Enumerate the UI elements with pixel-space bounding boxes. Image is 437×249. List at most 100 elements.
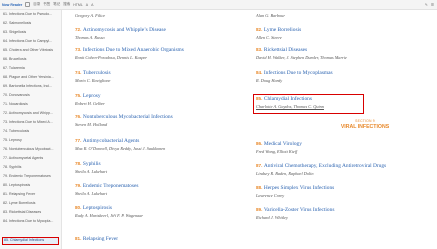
sidebar-item-68[interactable]: 68. Plague and Other Yersinia... [3, 74, 60, 81]
sidebar-item-67[interactable]: 67. Tularemia [3, 65, 60, 72]
entry-author: Gregory A. Filice [75, 13, 106, 18]
entry-number: 76. [75, 114, 82, 119]
sidebar-item-81[interactable]: 81. Relapsing Fever [3, 191, 60, 198]
entry-title[interactable]: Antiviral Chemotherapy, Excluding Antire… [264, 163, 386, 169]
toc-entry-82[interactable]: 82. Lyme Borreliosis Allen C. Steere [256, 27, 301, 40]
toolbar-item-bookmarks[interactable]: 书签 [43, 2, 50, 7]
entry-title[interactable]: Endemic Treponematoses [83, 183, 139, 189]
toc-entry-87[interactable]: 87. Antiviral Chemotherapy, Excluding Ant… [256, 163, 386, 176]
entry-title[interactable]: Leptospirosis [83, 205, 112, 211]
entry-title[interactable]: Varicella-Zoster Virus Infections [264, 207, 335, 213]
sidebar-item-82[interactable]: 82. Lyme Borreliosis [3, 200, 60, 207]
entry-number: 82. [256, 27, 263, 32]
toc-entry-72[interactable]: 72. Actinomycosis and Whipple’s Disease T… [75, 27, 166, 40]
sidebar-item-70[interactable]: 70. Donovanosis [3, 92, 60, 99]
toc-entry-79[interactable]: 79. Endemic Treponematoses Sheila A. Luke… [75, 183, 138, 196]
toc-entry-81[interactable]: 81. Relapsing Fever [75, 236, 118, 242]
sidebar-item-66[interactable]: 66. Brucellosis [3, 56, 60, 63]
toc-entry-80[interactable]: 80. Leptospirosis Rudy A. Hartskeerl, Jiř… [75, 205, 143, 218]
entry-author: Charlotte A. Gaydos, Thomas C. Quinn [256, 104, 324, 109]
sidebar-item-61[interactable]: 61. Infections Due to Pseudo... [3, 11, 60, 18]
sidebar-item-71[interactable]: 71. Nocardiosis [3, 101, 60, 108]
toc-entry-73[interactable]: 73. Infections Due to Mixed Anaerobic Org… [75, 47, 184, 60]
menu-icon[interactable]: ☰ [431, 3, 434, 7]
sidebar-item-77[interactable]: 77. Actinomycetal Agents [3, 155, 60, 162]
entry-number: 87. [256, 163, 263, 168]
sidebar-item-65[interactable]: 65. Cholera and Other Vibriosis [3, 47, 60, 54]
sidebar-item-83[interactable]: 83. Rickettsial Diseases [3, 209, 60, 216]
toc-entry-74[interactable]: 74. Tuberculosis Mario C. Raviglione [75, 70, 111, 83]
sidebar-item-84[interactable]: 84. Infections Due to Mycopla... [3, 218, 60, 225]
grid-icon[interactable] [25, 2, 31, 7]
toc-entry-75[interactable]: 75. Leprosy Robert H. Gelber [75, 93, 105, 106]
entry-title[interactable]: Leprosy [83, 93, 101, 99]
toc-entry-77[interactable]: 77. Antimycobacterial Agents Max R. O’Don… [75, 138, 165, 151]
toolbar-item-search[interactable]: 搜索 [63, 2, 70, 7]
sidebar-item-72[interactable]: 72. Actinomycosis and Whipp... [3, 110, 60, 117]
sidebar-item-73[interactable]: 73. Infections Due to Mixed A... [3, 119, 60, 126]
edit-icon[interactable]: ✎ [425, 3, 428, 7]
toc-entry-86[interactable]: 86. Medical Virology Fred Wang, Elliott K… [256, 141, 302, 154]
toolbar-item-notes[interactable]: 笔记 [53, 2, 60, 7]
toc-entry-78[interactable]: 78. Syphilis Sheila A. Lukehart [75, 161, 107, 174]
entry-title[interactable]: Chlamydial Infections [264, 96, 312, 102]
entry-author: Max R. O’Donnell, Divya Reddy, Jussi J. … [75, 146, 166, 151]
sidebar-item-64[interactable]: 64. Infections Due to Campyl... [3, 38, 60, 45]
entry-title[interactable]: Infections Due to Mixed Anaerobic Organi… [83, 47, 184, 53]
entry-number: 88. [256, 185, 263, 190]
font-decrease-button[interactable]: A [86, 3, 88, 7]
entry-author: Lawrence Corey [256, 193, 285, 198]
toc-entry-88[interactable]: 88. Herpes Simplex Virus Infections Lawre… [256, 185, 334, 198]
sidebar-item-76[interactable]: 76. Nontuberculous Mycobact... [3, 146, 60, 153]
entry-title[interactable]: Herpes Simplex Virus Infections [264, 185, 334, 191]
entry-author: Robert H. Gelber [75, 101, 105, 106]
entry-author: Mario C. Raviglione [75, 78, 111, 83]
entry-number: 89. [256, 207, 263, 212]
entry-title[interactable]: Medical Virology [264, 141, 302, 147]
toolbar-item-contents[interactable]: 目录 [33, 2, 40, 7]
sidebar-item-62[interactable]: 62. Salmonellosis [3, 20, 60, 27]
entry-number: 79. [75, 183, 82, 188]
sidebar-item-63[interactable]: 63. Shigellosis [3, 29, 60, 36]
entry-number: 86. [256, 141, 263, 146]
section-label: SECTION 9 [355, 119, 375, 123]
sidebar-item-75[interactable]: 75. Leprosy [3, 137, 60, 144]
toc-entry-85[interactable]: 85. Chlamydial Infections Charlotte A. Ga… [256, 96, 324, 109]
entry-title[interactable]: Nontuberculous Mycobacterial Infections [83, 114, 173, 120]
toc-entry-84[interactable]: 84. Infections Due to Mycoplasmas R. Doug… [256, 70, 333, 83]
entry-number: 84. [256, 70, 263, 75]
entry-title[interactable]: Antimycobacterial Agents [83, 138, 139, 144]
entry-author: Rudy A. Hartskeerl, Jiří F. P. Wagenaar [75, 213, 144, 218]
entry-title[interactable]: Lyme Borreliosis [264, 27, 301, 33]
entry-number: 74. [75, 70, 82, 75]
app-title: Now Reader [2, 2, 23, 7]
entry-author: Sheila A. Lukehart [75, 191, 108, 196]
entry-number: 73. [75, 47, 82, 52]
sidebar-item-78[interactable]: 78. Syphilis [3, 164, 60, 171]
entry-author: Lindsey R. Baden, Raphael Dolin [256, 171, 314, 176]
entry-author: Steven M. Holland [75, 122, 108, 127]
sidebar-item-79[interactable]: 79. Endemic Treponematoses [3, 173, 60, 180]
entry-number: 83. [256, 47, 263, 52]
entry-title[interactable]: Syphilis [83, 161, 101, 167]
entry-title[interactable]: Rickettsial Diseases [264, 47, 307, 53]
sidebar-item-69[interactable]: 69. Bartonella Infections, Incl... [3, 83, 60, 90]
sidebar-item-80[interactable]: 80. Leptospirosis [3, 182, 60, 189]
entry-number: 81. [75, 236, 82, 241]
font-increase-button[interactable]: A [91, 3, 93, 7]
entry-author: Allen C. Steere [256, 35, 282, 40]
toolbar-item-html[interactable]: HTML [73, 3, 83, 7]
sidebar-item-85-active[interactable]: 85. Chlamydial Infections [2, 237, 59, 245]
entry-author: Thomas A. Russo [75, 35, 105, 40]
sidebar-item-74[interactable]: 74. Tuberculosis [3, 128, 60, 135]
entry-author: R. Doug Hardy [256, 78, 283, 83]
entry-title[interactable]: Actinomycosis and Whipple’s Disease [83, 27, 166, 33]
toc-entry-76[interactable]: 76. Nontuberculous Mycobacterial Infectio… [75, 114, 173, 127]
entry-title[interactable]: Tuberculosis [83, 70, 111, 76]
toc-entry-89[interactable]: 89. Varicella-Zoster Virus Infections Ric… [256, 207, 334, 220]
toc-entry-83[interactable]: 83. Rickettsial Diseases David H. Walker,… [256, 47, 347, 60]
entry-title[interactable]: Infections Due to Mycoplasmas [264, 70, 333, 76]
entry-author: Alan G. Barbour [256, 13, 286, 18]
entry-title[interactable]: Relapsing Fever [83, 236, 118, 242]
entry-author: David H. Walker, J. Stephen Dumler, Thom… [256, 55, 347, 60]
